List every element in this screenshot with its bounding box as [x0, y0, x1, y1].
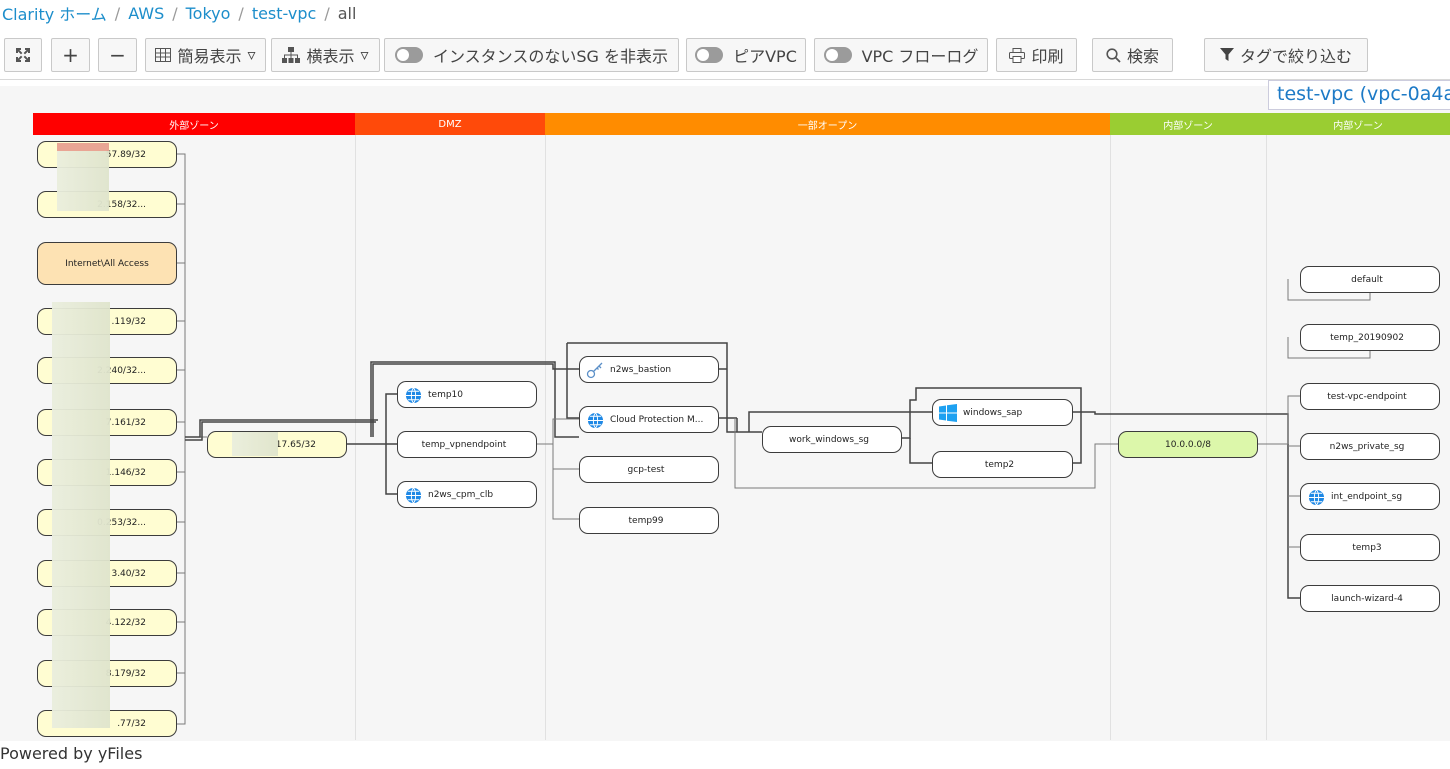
expand-icon	[16, 48, 30, 62]
key-icon	[586, 361, 604, 379]
node-label: windows_sap	[963, 407, 1023, 418]
simple-view-label: 簡易表示	[177, 47, 242, 66]
zone-divider	[1266, 135, 1267, 740]
zone-header-dmz: DMZ	[355, 113, 545, 135]
node-label: temp10	[428, 389, 463, 400]
node-label: Cloud Protection M...	[610, 414, 704, 425]
search-icon	[1106, 47, 1121, 63]
breadcrumb-current: all	[337, 3, 357, 23]
zone-header-internal-2: 内部ゾーン	[1266, 113, 1450, 135]
zoom-out-button[interactable]: −	[98, 38, 137, 72]
zone-divider	[1110, 135, 1111, 740]
internet-access-node[interactable]: Internet\All Access	[37, 242, 177, 285]
peer-vpc-label: ピアVPC	[733, 47, 797, 66]
breadcrumb-region[interactable]: Tokyo	[186, 4, 231, 23]
security-group-node[interactable]: temp99	[579, 507, 719, 534]
vpc-flow-log-label: VPC フローログ	[861, 47, 979, 66]
security-group-node[interactable]: n2ws_cpm_clb	[397, 481, 537, 508]
security-group-node[interactable]: temp2	[932, 451, 1073, 478]
security-group-node[interactable]: windows_sap	[932, 399, 1073, 426]
security-group-node[interactable]: gcp-test	[579, 456, 719, 483]
print-label: 印刷	[1031, 47, 1064, 66]
breadcrumb-separator: /	[324, 3, 330, 23]
globe-icon	[404, 386, 422, 404]
redaction-mark	[57, 143, 109, 151]
breadcrumb-separator: /	[238, 3, 244, 23]
filter-icon	[1219, 48, 1234, 61]
sitemap-icon	[282, 47, 301, 63]
zone-header-internal: 内部ゾーン	[1110, 113, 1266, 135]
zone-header-external: 外部ゾーン	[33, 113, 355, 135]
globe-icon	[586, 411, 604, 429]
breadcrumb-separator: /	[114, 3, 121, 23]
tag-filter-label: タグで絞り込む	[1239, 47, 1352, 66]
toggle-switch-icon[interactable]	[695, 47, 724, 63]
toggle-switch-icon[interactable]	[823, 47, 852, 63]
vpc-title: test-vpc (vpc-0a4ac	[1268, 80, 1450, 110]
hide-empty-sg-label: インスタンスのないSG を非表示	[432, 47, 668, 66]
tag-filter-button[interactable]: タグで絞り込む	[1204, 38, 1368, 72]
security-group-node[interactable]: test-vpc-endpoint	[1300, 383, 1440, 410]
security-group-node[interactable]: work_windows_sg	[762, 426, 902, 453]
security-group-node[interactable]: int_endpoint_sg	[1300, 483, 1440, 510]
search-label: 検索	[1126, 47, 1159, 66]
security-group-node[interactable]: temp3	[1300, 534, 1440, 561]
redaction-mark	[57, 151, 109, 211]
redaction-mark	[52, 302, 110, 728]
peer-vpc-toggle[interactable]: ピアVPC	[686, 38, 806, 72]
vpc-flow-log-toggle[interactable]: VPC フローログ	[814, 38, 988, 72]
globe-icon	[404, 486, 422, 504]
node-label: n2ws_bastion	[610, 364, 672, 375]
print-icon	[1009, 47, 1026, 63]
horizontal-view-dropdown[interactable]: 横表示 ▿	[271, 38, 380, 72]
zone-divider	[545, 135, 546, 740]
hide-empty-sg-toggle[interactable]: インスタンスのないSG を非表示	[384, 38, 679, 72]
horizontal-view-label: 横表示	[306, 47, 355, 66]
breadcrumb: Clarity ホーム / AWS / Tokyo / test-vpc / a…	[2, 1, 357, 25]
globe-icon	[1307, 488, 1325, 506]
simple-view-dropdown[interactable]: 簡易表示 ▿	[145, 38, 266, 72]
security-group-node[interactable]: n2ws_bastion	[579, 356, 719, 383]
node-label: n2ws_cpm_clb	[428, 489, 494, 500]
security-group-node[interactable]: temp10	[397, 381, 537, 408]
chevron-down-icon: ▿	[247, 45, 256, 64]
toggle-switch-icon[interactable]	[394, 47, 423, 63]
powered-by-text: Powered by yFiles	[0, 744, 143, 763]
security-group-node[interactable]: n2ws_private_sg	[1300, 433, 1440, 460]
print-button[interactable]: 印刷	[996, 38, 1077, 72]
search-button[interactable]: 検索	[1092, 38, 1173, 72]
security-group-node[interactable]: Cloud Protection M...	[579, 406, 719, 433]
cidr-node[interactable]: 10.0.0.0/8	[1118, 431, 1258, 458]
breadcrumb-aws[interactable]: AWS	[128, 4, 164, 23]
security-group-node[interactable]: temp_20190902	[1300, 324, 1440, 351]
security-group-node[interactable]: temp_vpnendpoint	[397, 431, 537, 458]
diagram-canvas[interactable]	[0, 86, 1450, 741]
fit-view-button[interactable]	[4, 38, 42, 72]
security-group-node[interactable]: launch-wizard-4	[1300, 585, 1440, 612]
breadcrumb-separator: /	[172, 3, 178, 23]
toolbar-divider	[0, 79, 1450, 80]
zone-header-partial-open: 一部オープン	[545, 113, 1110, 135]
chevron-down-icon: ▿	[360, 45, 369, 64]
breadcrumb-vpc[interactable]: test-vpc	[252, 4, 317, 23]
zoom-in-button[interactable]: +	[51, 38, 90, 72]
zone-divider	[355, 135, 356, 740]
node-label: int_endpoint_sg	[1331, 491, 1403, 502]
toolbar: + − 簡易表示 ▿ 横表示 ▿ インスタンスのないSG を非表示 ピアVPC …	[0, 38, 1450, 74]
breadcrumb-home[interactable]: Clarity ホーム	[2, 1, 107, 25]
table-icon	[155, 48, 172, 62]
redaction-mark	[232, 432, 278, 456]
security-group-node[interactable]: default	[1300, 266, 1440, 293]
windows-icon	[939, 404, 957, 422]
